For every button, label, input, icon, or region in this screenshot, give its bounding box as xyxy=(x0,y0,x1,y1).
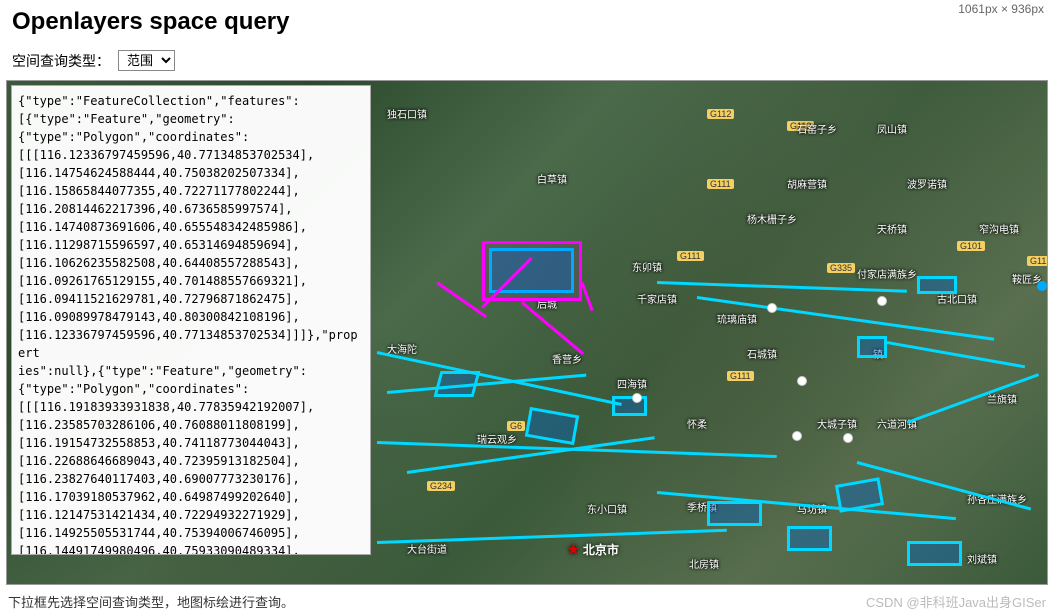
point-marker-active xyxy=(1037,281,1047,291)
point-marker xyxy=(792,431,802,441)
road-label: G112 xyxy=(707,109,734,119)
city-name: 北京市 xyxy=(583,543,619,557)
road-label: G6 xyxy=(507,421,525,431)
query-type-select[interactable]: 范围 xyxy=(118,50,175,71)
page-title: Openlayers space query xyxy=(12,8,1042,36)
road-label: G111 xyxy=(727,371,754,381)
query-controls: 空间查询类型： 范围 xyxy=(0,44,1054,77)
star-icon: ★ xyxy=(567,541,580,557)
road-label: G101 xyxy=(957,241,985,251)
point-marker xyxy=(632,393,642,403)
feature-polygon xyxy=(707,501,762,526)
city-marker: ★ 北京市 xyxy=(567,541,619,558)
road-label: G234 xyxy=(427,481,455,491)
road-label: G111 xyxy=(677,251,704,261)
road-label: G335 xyxy=(827,263,855,273)
header: Openlayers space query xyxy=(0,0,1054,44)
footer: 下拉框先选择空间查询类型，地图标绘进行查询。 CSDN @非科班Java出身GI… xyxy=(8,592,1046,611)
point-marker xyxy=(843,433,853,443)
road-label: G111 xyxy=(707,179,734,189)
road-label: G112 xyxy=(1027,256,1048,266)
map-container[interactable]: G112 G112 G111 G101 G112 G111 G335 G111 … xyxy=(6,80,1048,585)
point-marker xyxy=(767,303,777,313)
feature-polygon xyxy=(917,276,957,294)
json-result-panel[interactable]: {"type":"FeatureCollection","features": … xyxy=(11,85,371,555)
hint-text: 下拉框先选择空间查询类型，地图标绘进行查询。 xyxy=(8,592,294,611)
feature-polygon xyxy=(907,541,962,566)
feature-polygon xyxy=(787,526,832,551)
feature-polygon xyxy=(857,336,887,358)
point-marker xyxy=(877,296,887,306)
query-type-label: 空间查询类型： xyxy=(12,51,110,71)
watermark: CSDN @非科班Java出身GISer xyxy=(866,592,1046,611)
point-marker xyxy=(797,376,807,386)
dimensions-label: 1061px × 936px xyxy=(958,2,1044,16)
road-label: G112 xyxy=(787,121,814,131)
